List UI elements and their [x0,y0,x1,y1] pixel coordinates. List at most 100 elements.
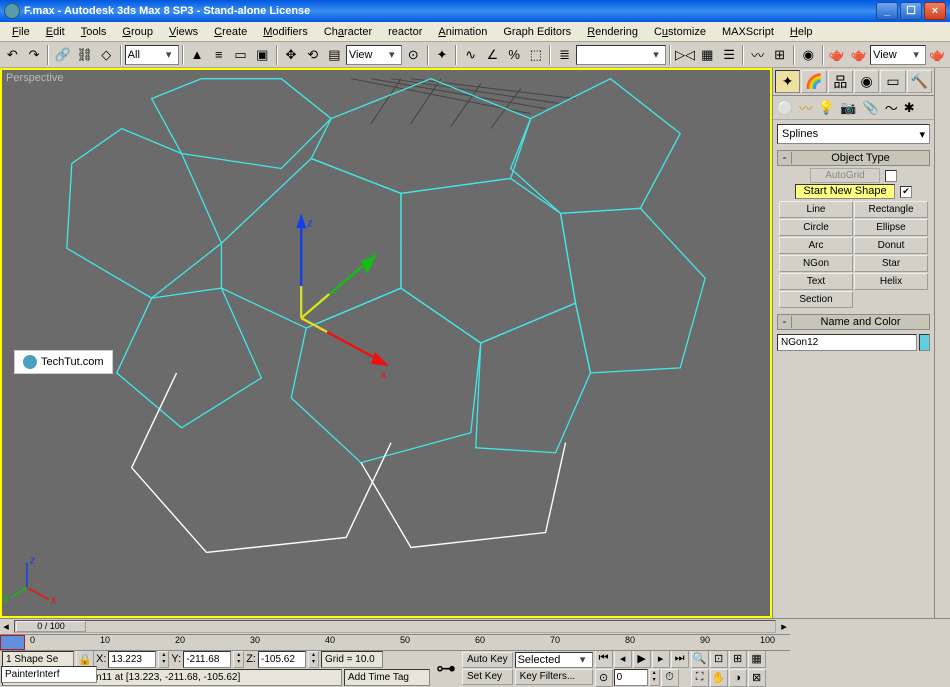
menu-edit[interactable]: Edit [38,24,73,40]
menu-modifiers[interactable]: Modifiers [255,24,316,40]
maxscript-listener[interactable]: PainterInterf [1,666,97,683]
render-scene-button[interactable]: 🫖 [827,44,848,66]
schematic-button[interactable]: ⊞ [769,44,790,66]
menu-views[interactable]: Views [161,24,206,40]
menu-file[interactable]: File [4,24,38,40]
helix-button[interactable]: Helix [854,273,928,290]
object-name-input[interactable] [777,334,917,351]
snap-button[interactable]: ∿ [460,44,481,66]
geometry-icon[interactable]: ⚪ [777,100,793,116]
select-by-name-button[interactable]: ≡ [208,44,229,66]
scale-button[interactable]: ▤ [324,44,345,66]
menu-graph-editors[interactable]: Graph Editors [495,24,579,40]
lights-icon[interactable]: 💡 [818,100,834,116]
named-sel-combo[interactable]: ▾ [576,45,666,65]
viewport-scrollbar[interactable] [934,68,950,618]
shapes-icon[interactable]: 〰 [799,98,812,117]
circle-button[interactable]: Circle [779,219,853,236]
menu-help[interactable]: Help [782,24,821,40]
play-button[interactable]: ▶ [633,650,651,668]
undo-button[interactable]: ↶ [2,44,23,66]
object-color-swatch[interactable] [919,334,930,351]
goto-end-button[interactable]: ⏭ [671,650,689,668]
systems-icon[interactable]: ✱ [904,100,915,116]
z-spinner[interactable]: ▴▾ [308,651,319,668]
add-time-tag[interactable]: Add Time Tag [344,669,430,686]
autogrid-checkbox[interactable] [885,170,897,182]
menu-animation[interactable]: Animation [430,24,495,40]
angle-snap-button[interactable]: ∠ [482,44,503,66]
rollout-object-type[interactable]: -Object Type [777,150,930,166]
start-new-shape-button[interactable]: Start New Shape [795,184,895,199]
tab-hierarchy[interactable]: 品 [828,70,853,93]
ellipse-button[interactable]: Ellipse [854,219,928,236]
tab-modify[interactable]: 🌈 [801,70,826,93]
key-mode-combo[interactable]: Selected▾ [515,652,593,668]
tab-create[interactable]: ✦ [775,70,800,93]
pan-view-button[interactable]: 🔍 [691,650,709,668]
auto-key-button[interactable]: Auto Key [462,652,513,668]
selection-filter-combo[interactable]: All▾ [125,45,179,65]
x-spinner[interactable]: ▴▾ [158,651,169,668]
unlink-button[interactable]: ⛓ [74,44,95,66]
tab-motion[interactable]: ◉ [854,70,879,93]
render-button[interactable]: 🫖 [927,44,948,66]
curve-editor-button[interactable]: 〰 [747,44,768,66]
time-ruler[interactable]: 0 10 20 30 40 50 60 70 80 90 100 [0,634,790,651]
time-ruler-indicator[interactable] [0,635,25,650]
next-frame-button[interactable]: ▸ [652,650,670,668]
category-combo[interactable]: Splines▾ [777,124,930,144]
zoom-extents-button[interactable]: ⊡ [710,650,728,668]
prev-frame-button[interactable]: ◂ [614,650,632,668]
frame-spinner[interactable]: ▴▾ [649,669,660,686]
menu-reactor[interactable]: reactor [380,24,430,40]
tab-display[interactable]: ▭ [880,70,905,93]
time-slider-right[interactable]: ▸ [778,620,790,633]
helpers-icon[interactable]: 📎 [863,100,879,116]
select-region-button[interactable]: ▭ [230,44,251,66]
fov-button[interactable]: ▦ [748,650,766,668]
select-button[interactable]: ▲ [187,44,208,66]
named-sel-button[interactable]: ≣ [554,44,575,66]
key-filters-button[interactable]: Key Filters... [515,669,593,685]
z-input[interactable] [258,651,306,668]
rotate-button[interactable]: ⟲ [302,44,323,66]
mirror-button[interactable]: ▷◁ [674,44,696,66]
zoom-button[interactable]: ⊞ [729,650,747,668]
start-new-shape-checkbox[interactable]: ✔ [900,186,912,198]
cameras-icon[interactable]: 📷 [840,100,856,116]
star-button[interactable]: Star [854,255,928,272]
y-spinner[interactable]: ▴▾ [233,651,244,668]
viewport-perspective[interactable]: Perspective [0,68,772,618]
align-button[interactable]: ▦ [697,44,718,66]
center-button[interactable]: ⊙ [403,44,424,66]
menu-group[interactable]: Group [114,24,161,40]
donut-button[interactable]: Donut [854,237,928,254]
manipulate-button[interactable]: ✦ [432,44,453,66]
render-type-combo[interactable]: View▾ [870,45,926,65]
time-slider-track[interactable]: 0 / 100 [14,620,776,633]
menu-tools[interactable]: Tools [73,24,115,40]
minimize-button[interactable]: _ [876,2,898,20]
window-crossing-button[interactable]: ▣ [252,44,273,66]
text-button[interactable]: Text [779,273,853,290]
spinner-snap-button[interactable]: ⬚ [525,44,546,66]
quick-render-button[interactable]: 🫖 [848,44,869,66]
restore-button[interactable]: ☐ [900,2,922,20]
layers-button[interactable]: ☰ [719,44,740,66]
rectangle-button[interactable]: Rectangle [854,201,928,218]
close-button[interactable]: × [924,2,946,20]
menu-maxscript[interactable]: MAXScript [714,24,782,40]
link-button[interactable]: 🔗 [52,44,73,66]
time-slider-left[interactable]: ◂ [0,620,12,633]
menu-rendering[interactable]: Rendering [579,24,646,40]
line-button[interactable]: Line [779,201,853,218]
redo-button[interactable]: ↷ [24,44,45,66]
y-input[interactable] [183,651,231,668]
percent-snap-button[interactable]: % [504,44,525,66]
material-editor-button[interactable]: ◉ [798,44,819,66]
goto-start-button[interactable]: ⏮ [595,650,613,668]
time-slider-thumb[interactable]: 0 / 100 [16,621,86,632]
tab-utilities[interactable]: 🔨 [907,70,932,93]
ref-coord-combo[interactable]: View▾ [346,45,402,65]
